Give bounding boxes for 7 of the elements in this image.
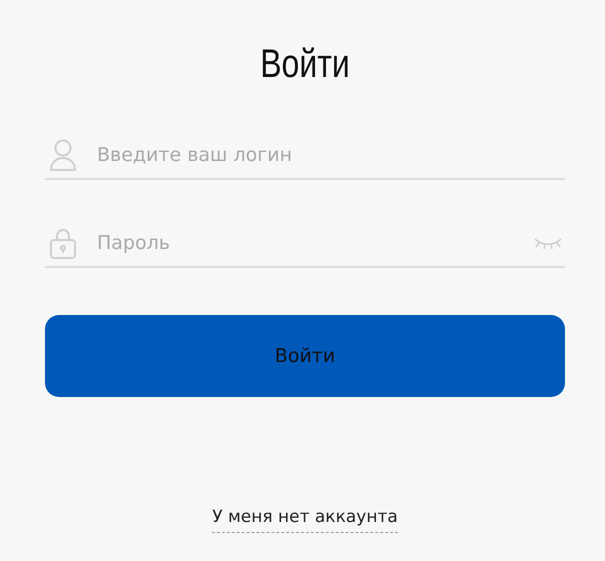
lock-icon (49, 227, 77, 259)
password-field[interactable]: Пароль (97, 232, 513, 254)
user-icon (49, 139, 77, 171)
login-field[interactable]: Введите ваш логин (97, 144, 563, 166)
closed-eye-icon[interactable] (533, 236, 563, 250)
page-title: Войти (260, 41, 350, 88)
no-account-link[interactable]: У меня нет аккаунта (212, 507, 398, 533)
